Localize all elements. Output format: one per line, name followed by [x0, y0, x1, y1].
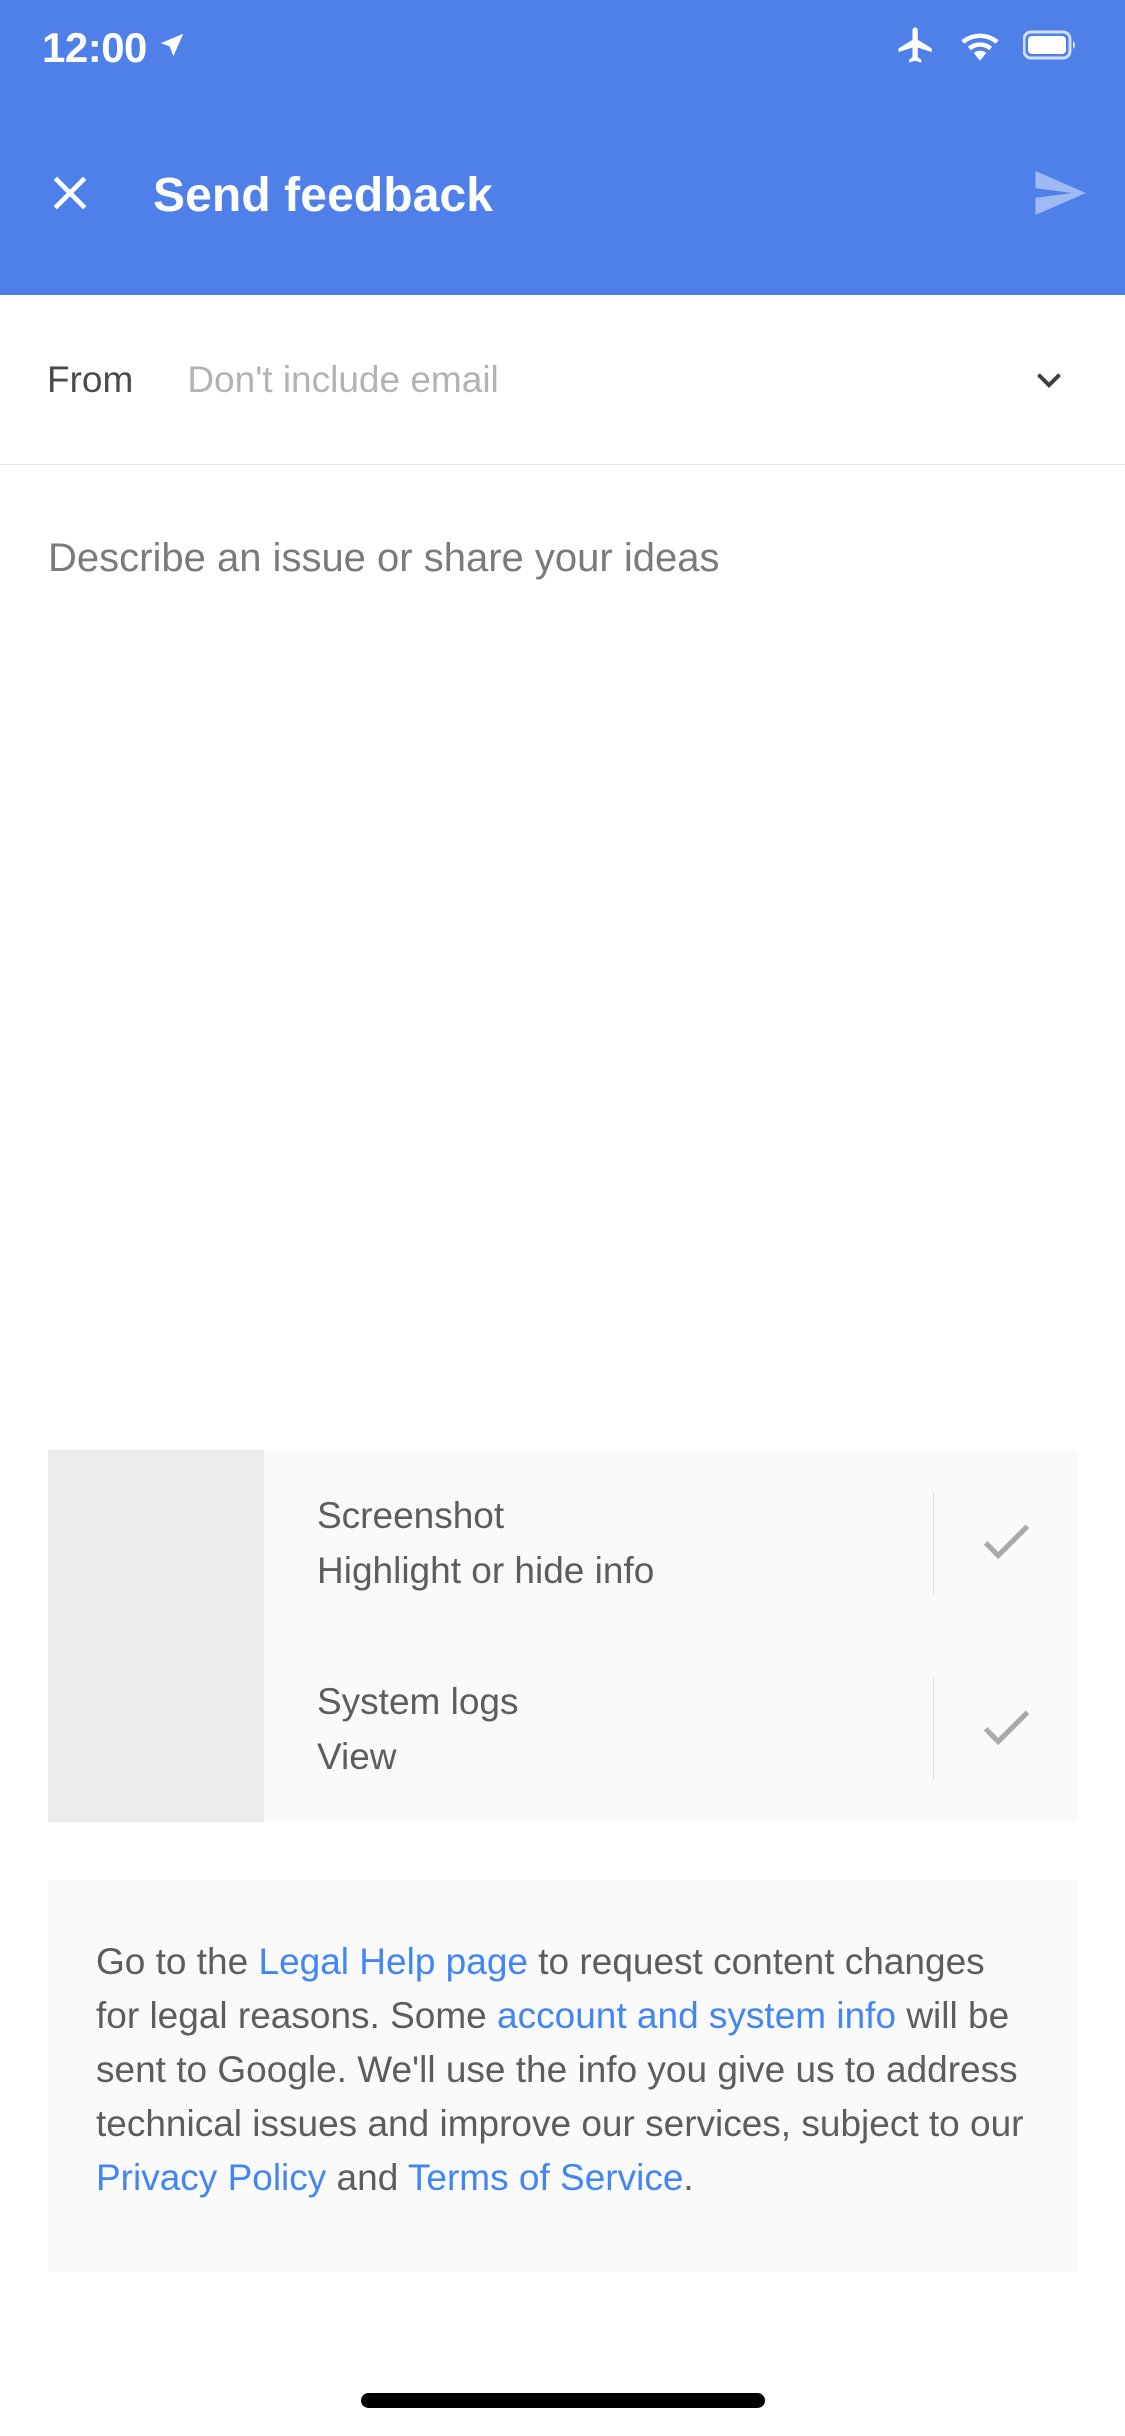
feedback-description-input[interactable]: Describe an issue or share your ideas [0, 466, 1125, 1346]
check-icon [975, 1696, 1037, 1763]
send-button[interactable] [995, 162, 1125, 229]
app-bar: Send feedback [0, 95, 1125, 295]
status-bar: 12:00 [0, 0, 1125, 95]
from-label: From [47, 358, 134, 400]
attachment-title: Screenshot [317, 1495, 505, 1537]
legal-text-part4: and [326, 2157, 408, 2198]
screenshot-thumbnail[interactable] [48, 1450, 264, 1636]
location-arrow-icon [157, 30, 187, 65]
status-bar-left: 12:00 [42, 23, 187, 71]
home-indicator[interactable] [360, 2393, 765, 2408]
from-email-value[interactable]: Don't include email [187, 359, 1025, 401]
page-title: Send feedback [153, 168, 494, 222]
feedback-screen: 12:00 Send feedback From Don't include e… [0, 0, 1125, 2436]
attachment-card-text: Screenshot Highlight or hide info [264, 1450, 933, 1636]
check-icon [975, 1510, 1037, 1577]
terms-of-service-link[interactable]: Terms of Service [408, 2157, 684, 2198]
system-logs-thumbnail[interactable] [48, 1636, 264, 1822]
legal-text-part1: Go to the [96, 1941, 259, 1982]
status-bar-right [895, 24, 1079, 71]
chevron-down-icon[interactable] [1025, 356, 1073, 404]
feedback-description-placeholder: Describe an issue or share your ideas [48, 536, 720, 580]
close-icon [42, 165, 98, 226]
status-bar-clock: 12:00 [42, 23, 147, 71]
battery-full-icon [1022, 30, 1079, 65]
screenshot-checkbox[interactable] [934, 1450, 1078, 1636]
system-logs-checkbox[interactable] [934, 1636, 1078, 1822]
attachment-subtitle[interactable]: View [317, 1733, 933, 1780]
legal-help-page-link[interactable]: Legal Help page [259, 1941, 529, 1982]
attachment-card-text: System logs View [264, 1636, 933, 1822]
privacy-policy-link[interactable]: Privacy Policy [96, 2157, 326, 2198]
attachment-title: System logs [317, 1681, 519, 1723]
legal-text-part5: . [683, 2157, 694, 2198]
attachment-card-screenshot[interactable]: Screenshot Highlight or hide info [48, 1450, 1078, 1636]
legal-text: Go to the Legal Help page to request con… [96, 1935, 1030, 2205]
account-and-system-info-link[interactable]: account and system info [497, 1995, 896, 2036]
wifi-icon [959, 24, 1001, 71]
from-row[interactable]: From Don't include email [0, 295, 1125, 465]
send-icon [1029, 162, 1091, 229]
attachment-subtitle[interactable]: Highlight or hide info [317, 1547, 933, 1594]
legal-disclaimer: Go to the Legal Help page to request con… [48, 1880, 1078, 2272]
airplane-mode-icon [895, 24, 937, 71]
attachment-card-system-logs[interactable]: System logs View [48, 1636, 1078, 1822]
close-button[interactable] [10, 165, 130, 226]
